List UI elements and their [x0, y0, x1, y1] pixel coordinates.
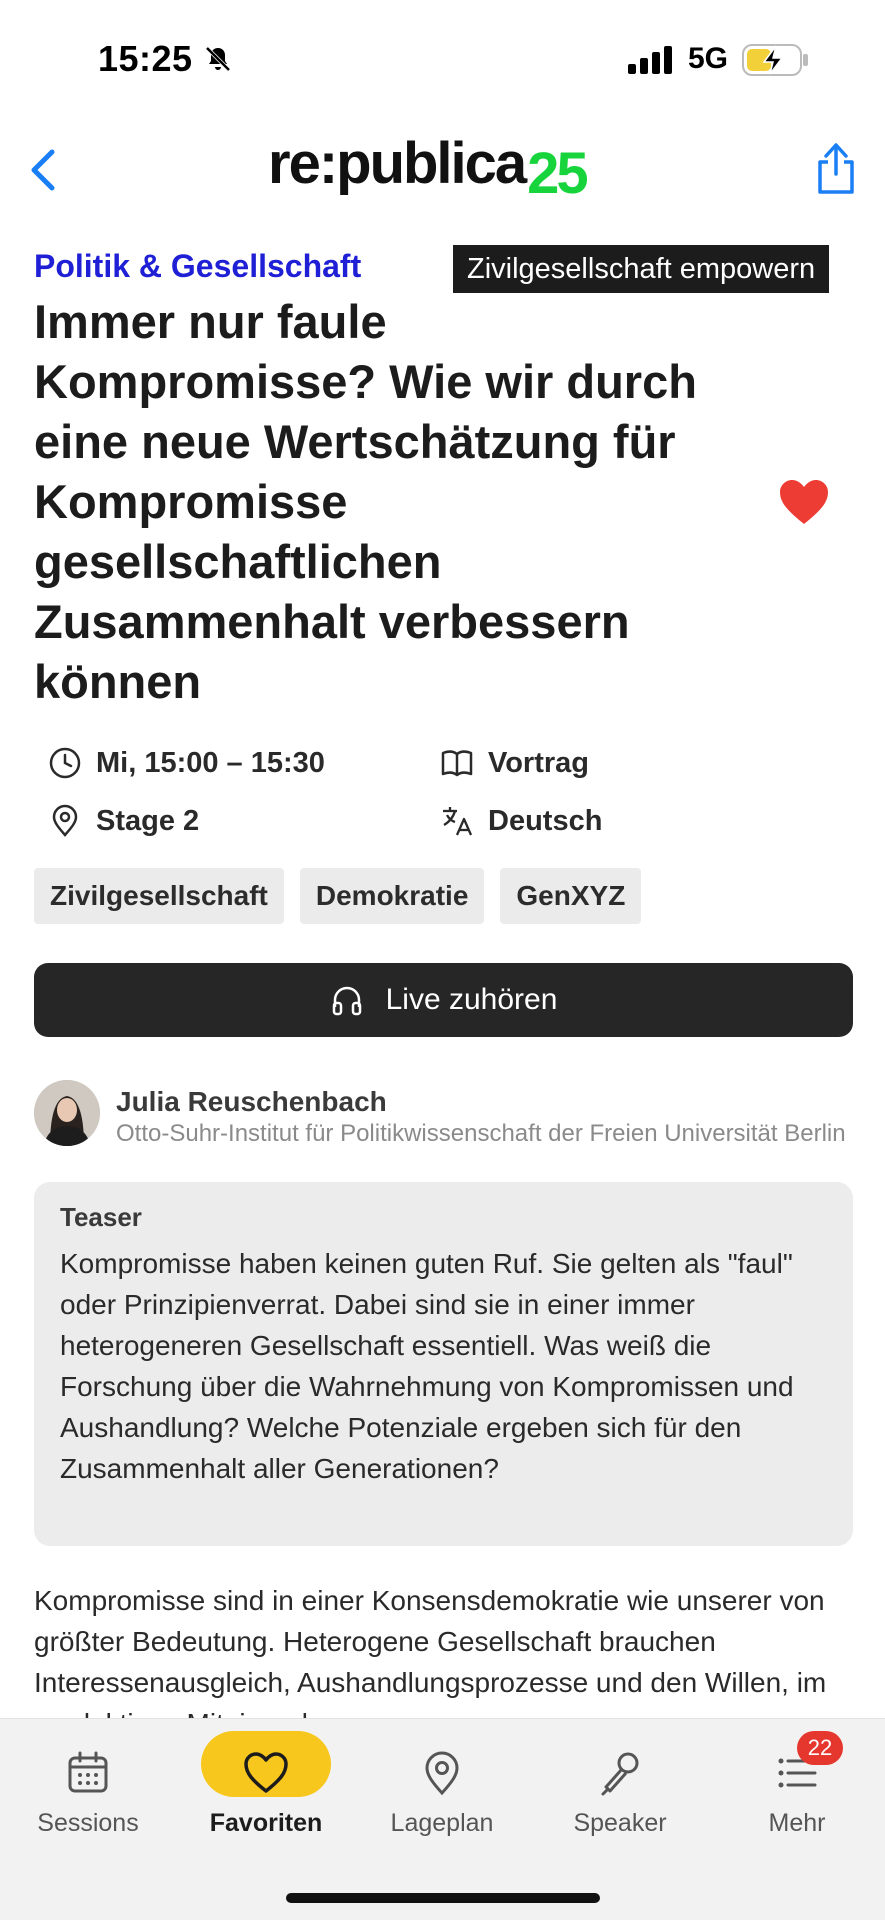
tab-label: Sessions — [37, 1809, 139, 1837]
tab-label: Mehr — [768, 1809, 826, 1837]
teaser-label: Teaser — [60, 1202, 142, 1232]
heart-icon — [244, 1752, 288, 1793]
session-stage[interactable]: Stage 2 — [48, 804, 199, 838]
teaser-text: Kompromisse haben keinen guten Ruf. Sie … — [60, 1248, 794, 1484]
logo-text: re:publica — [268, 131, 527, 196]
location-pin-icon — [425, 1751, 459, 1796]
translate-icon — [443, 807, 473, 836]
status-bar: 15:25 5G — [0, 0, 885, 120]
location-pin-icon — [52, 804, 78, 837]
topic-tag[interactable]: Zivilgesellschaft empowern — [453, 245, 830, 293]
signal-icon — [628, 46, 672, 74]
session-description: Kompromisse sind in einer Konsensdemokra… — [34, 1585, 827, 1720]
tab-speaker[interactable]: Speaker — [540, 1731, 700, 1851]
session-format: Vortrag — [440, 746, 589, 780]
tab-lageplan[interactable]: Lageplan — [362, 1731, 522, 1851]
republica-logo: re:publica 25 — [268, 130, 589, 210]
tag-chip[interactable]: GenXYZ — [500, 868, 642, 924]
tab-label: Lageplan — [390, 1809, 494, 1837]
headphones-icon — [332, 986, 361, 1016]
tab-sessions[interactable]: Sessions — [8, 1731, 168, 1851]
teaser-box: Teaser Kompromisse haben keinen guten Ru… — [34, 1182, 853, 1546]
live-listen-button[interactable]: Live zuhören — [34, 963, 853, 1037]
home-indicator — [286, 1893, 600, 1903]
logo-number: 25 — [527, 141, 588, 206]
network-label: 5G — [688, 42, 729, 75]
speaker-row[interactable]: Julia Reuschenbach Otto-Suhr-Institut fü… — [34, 1080, 854, 1150]
avatar — [34, 1080, 100, 1146]
bell-muted-icon — [205, 46, 231, 72]
session-stage-text: Stage 2 — [96, 804, 200, 837]
session-language-text: Deutsch — [488, 804, 603, 837]
tab-label: Speaker — [573, 1809, 667, 1837]
tag-chip[interactable]: Zivilgesellschaft — [34, 868, 284, 924]
navbar: re:publica 25 — [0, 120, 885, 220]
tab-favoriten[interactable]: Favoriten — [186, 1731, 346, 1851]
speaker-name: Julia Reuschenbach — [116, 1086, 387, 1117]
session-title: Immer nur faule Kompromisse? Wie wir dur… — [34, 295, 697, 708]
notification-badge: 22 — [797, 1731, 843, 1765]
microphone-icon — [601, 1752, 639, 1796]
tag-list: Zivilgesellschaft Demokratie GenXYZ — [34, 868, 642, 924]
status-time: 15:25 — [98, 38, 193, 79]
calendar-icon — [68, 1751, 108, 1793]
favorite-heart-icon[interactable] — [778, 478, 830, 526]
session-format-text: Vortrag — [488, 746, 589, 779]
clock-icon — [49, 747, 81, 779]
live-listen-label: Live zuhören — [385, 983, 558, 1016]
track-link[interactable]: Politik & Gesellschaft — [34, 248, 361, 285]
share-icon[interactable] — [812, 140, 860, 196]
tab-label: Favoriten — [209, 1809, 323, 1837]
tab-bar: Sessions Favoriten Lageplan Speaker Mehr… — [0, 1718, 885, 1920]
session-time: Mi, 15:00 – 15:30 — [48, 746, 325, 780]
tag-chip[interactable]: Demokratie — [299, 868, 485, 924]
speaker-organization: Otto-Suhr-Institut für Politikwissenscha… — [116, 1120, 846, 1147]
battery-charging-icon — [742, 44, 808, 76]
session-time-text: Mi, 15:00 – 15:30 — [96, 746, 325, 779]
open-book-icon — [441, 750, 473, 777]
session-language: Deutsch — [440, 804, 602, 838]
back-chevron-icon[interactable] — [24, 144, 64, 196]
